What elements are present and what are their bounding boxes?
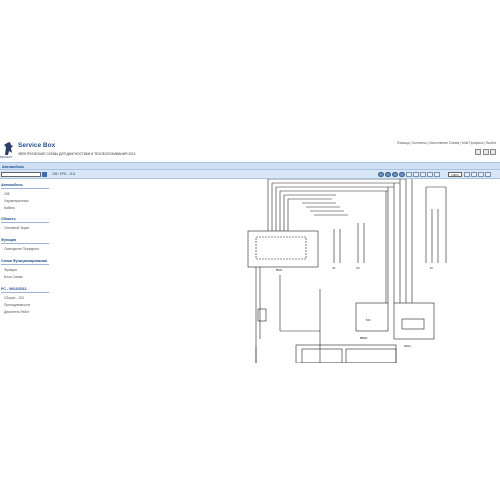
peugeot-lion-logo-icon[interactable] [2, 141, 15, 157]
sidebar-item[interactable]: 208 [4, 192, 10, 196]
connector-label: V1 [332, 266, 336, 270]
zoom-level[interactable]: 100% [448, 171, 462, 177]
logo-text: PEUGEOT [0, 156, 13, 159]
next-icon[interactable] [392, 171, 398, 177]
sidebar: Автомобиль 208 Характеристики Кабель Обл… [0, 179, 80, 363]
toolbar: 208 / EPB - 1111 100% [0, 170, 500, 179]
component-label: BSI1 [276, 268, 283, 272]
connector-label: V2 [356, 266, 360, 270]
sidebar-item[interactable]: Кабель [4, 206, 15, 210]
last-page-icon[interactable] [399, 171, 405, 177]
divider [1, 243, 49, 244]
sidebar-item[interactable]: Принадлежности [4, 303, 30, 307]
sidebar-item[interactable]: Характеристики [4, 199, 28, 203]
header: PEUGEOT Service Box ЭЛЕКТРИЧЕСКИЕ СХЕМЫ … [0, 138, 500, 162]
settings-icon[interactable] [478, 171, 484, 177]
sidebar-item[interactable]: Двигатель Работ [4, 310, 30, 314]
wiring-diagram[interactable]: BSI1 0004 BB00 V1 V2 M MC [236, 179, 496, 363]
print-diagram-icon[interactable] [464, 171, 470, 177]
sidebar-category: PC - 06/10/2013 [1, 287, 27, 291]
sidebar-item[interactable]: Блок-Схема [4, 275, 22, 279]
select-icon[interactable] [434, 171, 440, 177]
nav-icons [378, 171, 440, 177]
brand-title: Service Box [18, 142, 56, 149]
fit-icon[interactable] [420, 171, 426, 177]
section-label: Автомобиль [2, 164, 25, 169]
search-input[interactable] [1, 171, 41, 177]
sidebar-item[interactable]: Функция [4, 268, 17, 272]
sidebar-item[interactable]: Освещение Переднего [4, 247, 39, 251]
brand-subtitle: ЭЛЕКТРИЧЕСКИЕ СХЕМЫ ДЛЯ ДИАГНОСТИКИ И ТЕ… [18, 152, 136, 156]
sidebar-category: Автомобиль [1, 183, 23, 187]
connector-label: MC [366, 318, 371, 322]
sidebar-item[interactable]: Основной Экран [4, 226, 29, 230]
sidebar-category: Область [1, 217, 16, 221]
divider [1, 222, 49, 223]
divider [1, 264, 49, 265]
info-icon[interactable] [485, 171, 491, 177]
zoom-out-icon[interactable] [413, 171, 419, 177]
service-box-window: PEUGEOT Service Box ЭЛЕКТРИЧЕСКИЕ СХЕМЫ … [0, 138, 500, 363]
divider [1, 188, 49, 189]
save-icon[interactable] [471, 171, 477, 177]
previous-icon[interactable] [385, 171, 391, 177]
divider [1, 292, 49, 293]
first-page-icon[interactable] [378, 171, 384, 177]
top-links[interactable]: Помощь | Контакты | Исполнение Схемы | М… [397, 141, 496, 145]
tool-icons [464, 171, 491, 177]
search-button[interactable] [42, 171, 47, 177]
component-label: BB00 [360, 336, 368, 340]
sidebar-item[interactable]: Сборка - 103 [4, 296, 24, 300]
section-bar: Автомобиль [0, 162, 500, 170]
sidebar-category: Схема Функционирования [1, 259, 47, 263]
zoom-in-icon[interactable] [406, 171, 412, 177]
help-icon[interactable] [490, 149, 496, 155]
pan-icon[interactable] [427, 171, 433, 177]
top-icons [475, 149, 496, 155]
home-icon[interactable] [482, 149, 489, 155]
component-label: 0004 [404, 344, 411, 348]
connector-label: M [430, 266, 433, 270]
breadcrumb: 208 / EPB - 1111 [52, 172, 76, 176]
sidebar-category: Функция [1, 238, 17, 242]
print-icon[interactable] [475, 149, 481, 155]
